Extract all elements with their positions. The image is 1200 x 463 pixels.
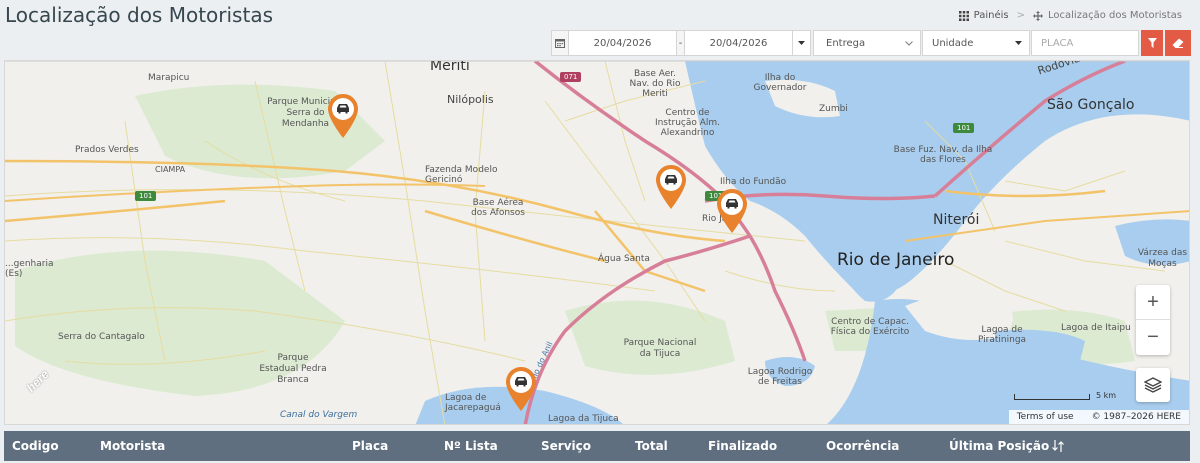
map-label-canal-vargem: Canal do Vargem bbox=[280, 410, 358, 420]
column-header-finalizado[interactable]: Finalizado bbox=[708, 439, 777, 453]
caret-down-icon bbox=[798, 41, 805, 45]
unit-select[interactable]: Unidade bbox=[922, 30, 1030, 56]
date-start-input[interactable]: 20/04/2026 bbox=[569, 30, 677, 56]
map-attribution: Terms of use © 1987–2026 HERE bbox=[1008, 410, 1189, 424]
map-label-lagoa-tijuca: Lagoa da Tijuca bbox=[548, 414, 619, 424]
breadcrumb-home-link[interactable]: Painéis bbox=[974, 10, 1009, 21]
driver-location-pin[interactable] bbox=[717, 189, 747, 233]
column-header-ocorrencia[interactable]: Ocorrência bbox=[826, 439, 899, 453]
map-label-engenharia: ...genharia (Es) bbox=[5, 259, 54, 279]
move-icon bbox=[1033, 10, 1043, 21]
map-label-ciampa: CIAMPA bbox=[155, 165, 186, 174]
breadcrumb: Painéis > Localização dos Motoristas bbox=[958, 10, 1182, 21]
map-label-fazenda: Fazenda Modelo Gericinó bbox=[425, 165, 498, 185]
map-base bbox=[5, 61, 1189, 424]
breadcrumb-current: Localização dos Motoristas bbox=[1048, 10, 1182, 21]
calendar-icon[interactable] bbox=[551, 30, 569, 56]
date-separator: - bbox=[677, 30, 685, 56]
clear-filter-button[interactable] bbox=[1165, 30, 1191, 56]
copyright-text: © 1987–2026 HERE bbox=[1091, 412, 1181, 422]
map-label-centro-capac: Centro de Capac. Física do Exército bbox=[830, 317, 910, 337]
table-header: Codigo Motorista Placa Nº Lista Serviço … bbox=[4, 431, 1190, 461]
filter-button[interactable] bbox=[1141, 30, 1163, 56]
scale-bar bbox=[1014, 394, 1090, 400]
date-dropdown-button[interactable] bbox=[793, 30, 811, 56]
map-label-itaipu: Lagoa de Itaipu bbox=[1061, 323, 1131, 333]
driver-location-pin[interactable] bbox=[328, 94, 358, 138]
map-label-niteroi: Niterói bbox=[933, 212, 980, 228]
map-label-base-afonsos: Base Aérea dos Afonsos bbox=[471, 198, 525, 218]
terms-of-use-link[interactable]: Terms of use bbox=[1017, 412, 1074, 422]
plate-input[interactable]: PLACA bbox=[1031, 30, 1139, 56]
sort-icon[interactable] bbox=[1052, 440, 1064, 452]
caret-down-icon bbox=[1015, 41, 1022, 45]
highway-shield: 071 bbox=[560, 72, 582, 82]
map-label-base-fuz: Base Fuz. Nav. da Ilha das Flores bbox=[893, 145, 993, 165]
page-title: Localização dos Motoristas bbox=[5, 3, 273, 27]
column-header-total[interactable]: Total bbox=[635, 439, 668, 453]
column-header-placa[interactable]: Placa bbox=[352, 439, 388, 453]
map-label-base-rio: Base Aer. Nav. do Rio Meriti bbox=[629, 69, 681, 99]
zoom-in-button[interactable]: + bbox=[1136, 285, 1170, 320]
breadcrumb-separator: > bbox=[1016, 10, 1025, 21]
map-label-ilha-fundao: Ilha do Fundão bbox=[720, 177, 787, 187]
map-label-sao-goncalo: São Gonçalo bbox=[1047, 97, 1135, 113]
map-label-marapicu: Marapicu bbox=[148, 73, 190, 83]
highway-shield: 101 bbox=[135, 191, 157, 201]
zoom-out-button[interactable]: − bbox=[1136, 320, 1170, 355]
grid-icon bbox=[958, 10, 969, 21]
map-scale: 5 km bbox=[1014, 391, 1116, 400]
map-label-serra-cantagalo: Serra do Cantagalo bbox=[58, 332, 145, 342]
map-label-jacarepagua: Lagoa de Jacarepaguá bbox=[445, 393, 501, 413]
filter-bar: 20/04/2026 - 20/04/2026 Entrega Unidade … bbox=[551, 30, 1191, 56]
driver-location-pin[interactable] bbox=[506, 367, 536, 411]
column-header-servico[interactable]: Serviço bbox=[541, 439, 591, 453]
column-header-ultima-posicao[interactable]: Última Posição bbox=[949, 439, 1049, 453]
date-end-input[interactable]: 20/04/2026 bbox=[685, 30, 793, 56]
scale-label: 5 km bbox=[1096, 391, 1117, 400]
highway-shield: 101 bbox=[953, 123, 975, 133]
map[interactable]: Meriti Nilópolis Marapicu Parque Municip… bbox=[4, 60, 1190, 425]
eraser-icon bbox=[1172, 38, 1184, 48]
driver-location-pin[interactable] bbox=[656, 165, 686, 209]
service-select-value: Entrega bbox=[826, 37, 866, 49]
layers-icon bbox=[1144, 377, 1162, 393]
filter-icon bbox=[1147, 38, 1157, 48]
map-label-centro-instrucao: Centro de Instrução Alm. Alexandrino bbox=[654, 108, 721, 138]
map-label-rodrigo: Lagoa Rodrigo de Freitas bbox=[747, 367, 813, 387]
map-label-tijuca: Parque Nacional da Tijuca bbox=[623, 338, 697, 359]
map-label-prados-verdes: Prados Verdes bbox=[75, 145, 139, 155]
chevron-down-icon bbox=[905, 40, 913, 46]
column-header-numero-lista[interactable]: Nº Lista bbox=[444, 439, 498, 453]
unit-select-value: Unidade bbox=[932, 37, 974, 49]
map-label-zumbi: Zumbi bbox=[819, 104, 848, 114]
layers-button[interactable] bbox=[1136, 368, 1170, 402]
map-label-piratininga: Lagoa de Piratininga bbox=[977, 325, 1027, 345]
column-header-codigo[interactable]: Codigo bbox=[12, 439, 59, 453]
map-label-varzea: Várzea das Moças bbox=[1137, 248, 1188, 269]
column-header-motorista[interactable]: Motorista bbox=[100, 439, 165, 453]
map-label-agua-santa: Água Santa bbox=[598, 254, 650, 264]
map-label-rio-de-janeiro: Rio de Janeiro bbox=[837, 250, 955, 270]
map-label-meriti: Meriti bbox=[430, 60, 470, 74]
map-label-nilopolis: Nilópolis bbox=[447, 93, 494, 106]
map-label-ilha-governador: Ilha do Governador bbox=[753, 73, 807, 93]
zoom-control: + − bbox=[1136, 285, 1170, 355]
service-select[interactable]: Entrega bbox=[813, 30, 921, 56]
map-label-pedra-branca: Parque Estadual Pedra Branca bbox=[259, 353, 327, 385]
